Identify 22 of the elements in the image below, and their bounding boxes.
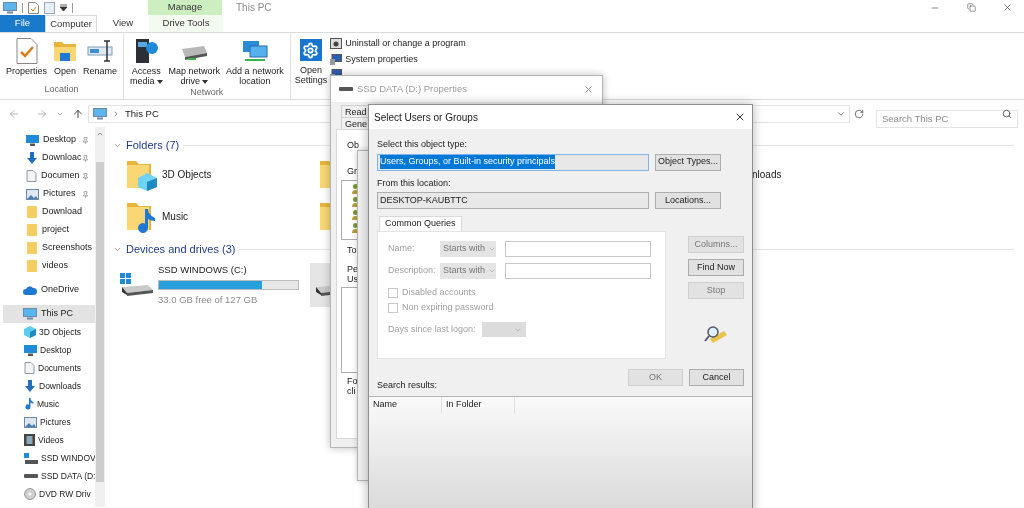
field-label: Name: <box>388 242 416 256</box>
checkbox-label: Non expiring password <box>402 300 494 314</box>
field-label: Us <box>347 273 358 284</box>
field-label: Gr <box>347 164 357 178</box>
footer-text: Fo cli <box>347 375 358 396</box>
field-label: Pe <box>347 263 358 274</box>
group-label: Network <box>189 86 225 99</box>
group-label: Location <box>43 82 80 96</box>
address-text: This PC <box>125 106 159 121</box>
context-tab-group: Manage <box>148 0 222 15</box>
field-label: Select this object type: <box>377 138 469 151</box>
window-title: This PC <box>236 1 272 15</box>
results-label: Search results: <box>377 378 438 392</box>
section-header: Devices and drives (3) <box>126 241 236 257</box>
field-label: To <box>347 244 357 257</box>
field-label: Days since last logon: <box>388 322 476 336</box>
section-header: Folders (7) <box>126 137 180 153</box>
checkbox-label: Disabled accounts <box>402 285 476 299</box>
field-label: Description: <box>388 264 437 278</box>
field-label: Ob <box>347 139 359 152</box>
dialog-title: SSD DATA (D:) Properties <box>357 81 467 96</box>
field-label: From this location: <box>377 176 452 190</box>
